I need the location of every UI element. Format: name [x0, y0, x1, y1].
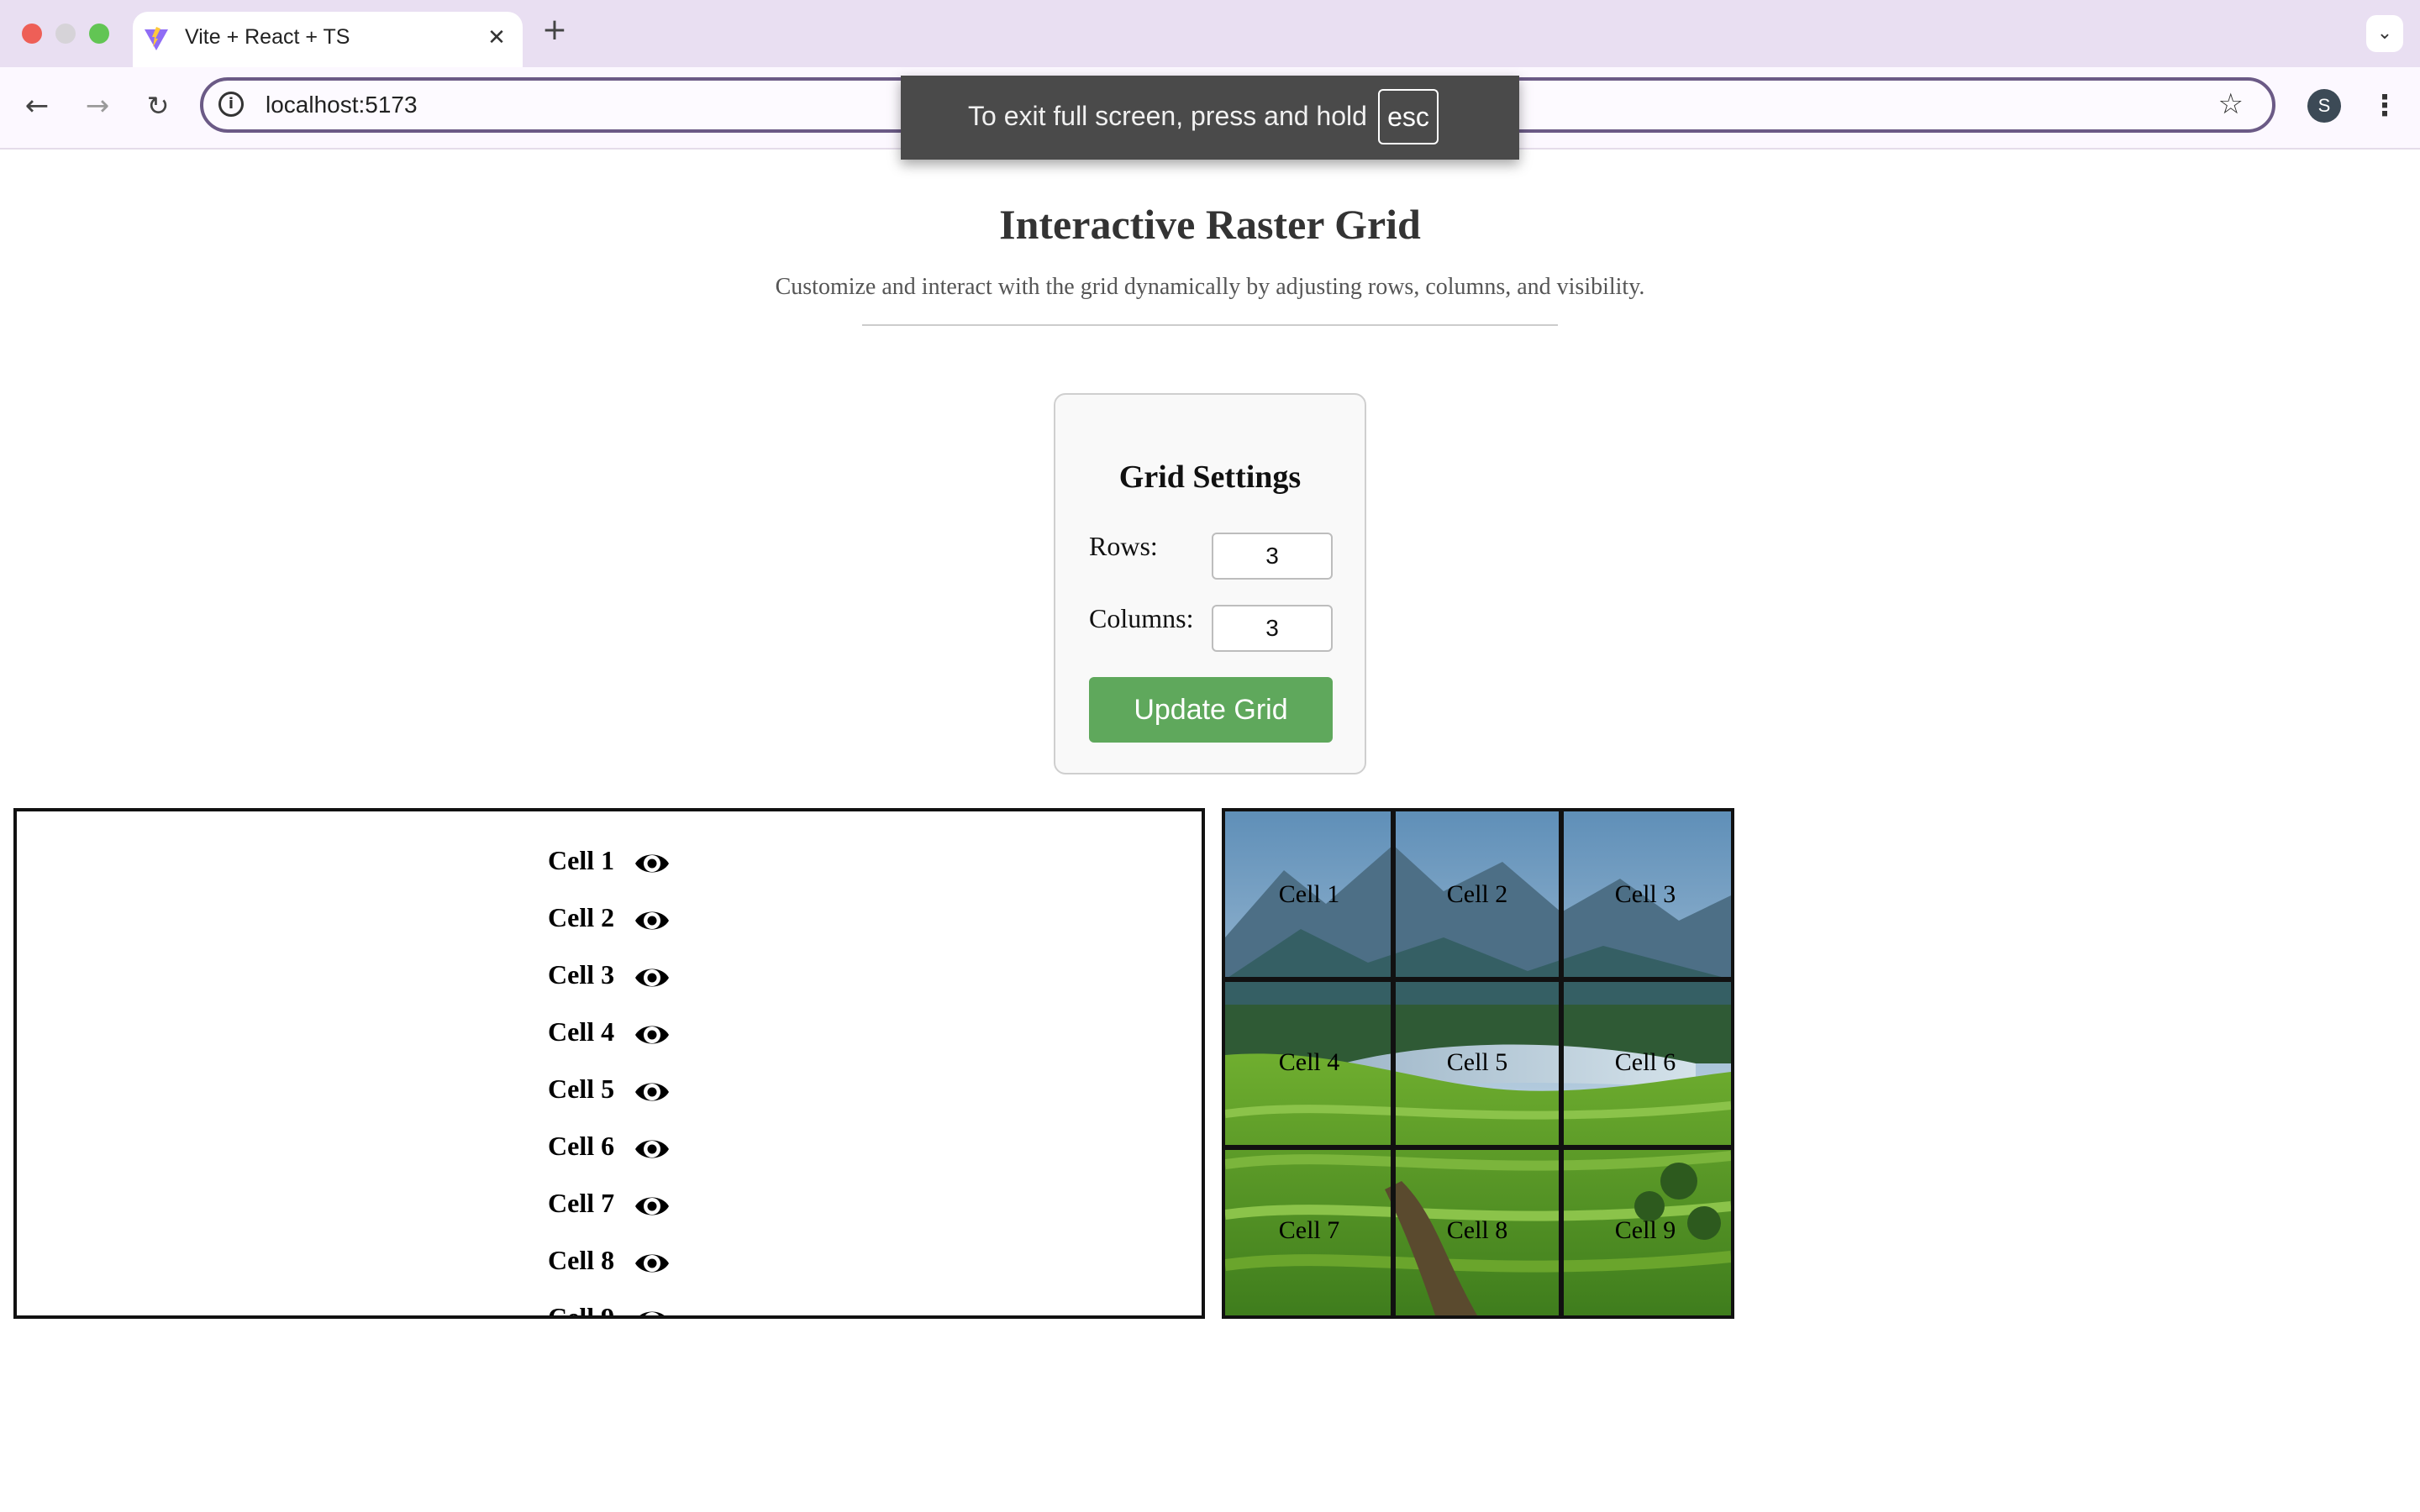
list-item: Cell 5 — [17, 1063, 1202, 1121]
eye-icon[interactable] — [634, 904, 671, 937]
reload-icon[interactable]: ↻ — [138, 86, 178, 126]
forward-arrow-icon[interactable]: → — [77, 86, 118, 126]
grid-cell-5[interactable]: Cell 5 — [1393, 1048, 1561, 1077]
tab-title: Vite + React + TS — [185, 25, 350, 49]
plus-icon[interactable]: + — [538, 13, 571, 47]
grid-cell-7[interactable]: Cell 7 — [1225, 1216, 1393, 1245]
eye-icon[interactable] — [634, 961, 671, 995]
eye-icon[interactable] — [634, 847, 671, 880]
cell-label: Cell 5 — [548, 1074, 615, 1104]
list-item: Cell 4 — [17, 1006, 1202, 1063]
url-text[interactable]: localhost:5173 — [266, 92, 418, 118]
cell-label: Cell 4 — [548, 1016, 615, 1047]
grid-cell-6[interactable]: Cell 6 — [1561, 1048, 1729, 1077]
chevron-down-icon[interactable]: ⌄ — [2366, 15, 2403, 52]
grid-cell-3[interactable]: Cell 3 — [1561, 880, 1729, 909]
header-divider — [862, 324, 1558, 326]
page-title: Interactive Raster Grid — [999, 201, 1421, 248]
list-item: Cell 1 — [17, 835, 1202, 892]
site-info-icon[interactable]: i — [218, 92, 244, 117]
raster-image-grid: Cell 1 Cell 2 Cell 3 Cell 4 Cell 5 Cell … — [1222, 808, 1734, 1319]
back-arrow-icon[interactable]: ← — [17, 86, 57, 126]
eye-icon[interactable] — [634, 1247, 671, 1280]
eye-icon[interactable] — [634, 1189, 671, 1223]
eye-icon[interactable] — [634, 1075, 671, 1109]
update-grid-button[interactable]: Update Grid — [1089, 677, 1333, 743]
rows-input[interactable] — [1212, 533, 1333, 580]
cell-label: Cell 8 — [548, 1245, 615, 1275]
eye-icon[interactable] — [634, 1018, 671, 1052]
more-menu-icon[interactable]: ⋮ — [2368, 86, 2402, 126]
fullscreen-notice-text: To exit full screen, press and hold — [968, 101, 1367, 131]
cell-label: Cell 7 — [548, 1188, 615, 1218]
close-icon[interactable]: ✕ — [482, 24, 511, 52]
grid-cell-4[interactable]: Cell 4 — [1225, 1048, 1393, 1077]
list-item: Cell 8 — [17, 1235, 1202, 1292]
cell-label: Cell 3 — [548, 959, 615, 990]
cell-label: Cell 9 — [548, 1302, 615, 1319]
browser-tab[interactable]: Vite + React + TS ✕ — [133, 12, 523, 67]
list-item: Cell 9 — [17, 1292, 1202, 1319]
grid-cell-1[interactable]: Cell 1 — [1225, 880, 1393, 909]
list-item: Cell 2 — [17, 892, 1202, 949]
bookmark-star-icon[interactable]: ☆ — [2218, 87, 2244, 121]
profile-avatar[interactable]: S — [2307, 89, 2341, 123]
settings-title: Grid Settings — [1118, 459, 1302, 495]
page-subtitle: Customize and interact with the grid dyn… — [775, 274, 1645, 300]
grid-cell-8[interactable]: Cell 8 — [1393, 1216, 1561, 1245]
list-item: Cell 3 — [17, 949, 1202, 1006]
eye-icon[interactable] — [634, 1132, 671, 1166]
columns-label: Columns: — [1089, 603, 1194, 633]
fullscreen-window-button[interactable] — [89, 24, 109, 44]
minimize-window-button[interactable] — [55, 24, 76, 44]
cell-visibility-list[interactable]: Cell 1 Cell 2 Cell 3 Cell 4 Cell 5 Cell … — [13, 808, 1205, 1319]
columns-input[interactable] — [1212, 605, 1333, 652]
grid-settings-panel: Grid Settings Rows: Columns: Update Grid — [1054, 393, 1366, 774]
list-item: Cell 7 — [17, 1178, 1202, 1235]
close-window-button[interactable] — [22, 24, 42, 44]
cell-label: Cell 6 — [548, 1131, 615, 1161]
list-item: Cell 6 — [17, 1121, 1202, 1178]
cell-label: Cell 2 — [548, 902, 615, 932]
vite-logo-icon — [145, 27, 168, 50]
rows-label: Rows: — [1089, 531, 1158, 561]
browser-tab-strip: Vite + React + TS ✕ + ⌄ — [0, 0, 2420, 67]
grid-cell-2[interactable]: Cell 2 — [1393, 880, 1561, 909]
fullscreen-notice: To exit full screen, press and hold esc — [901, 76, 1519, 160]
grid-cell-9[interactable]: Cell 9 — [1561, 1216, 1729, 1245]
cell-label: Cell 1 — [548, 845, 615, 875]
eye-icon[interactable] — [634, 1304, 671, 1319]
esc-key-badge: esc — [1378, 89, 1439, 144]
